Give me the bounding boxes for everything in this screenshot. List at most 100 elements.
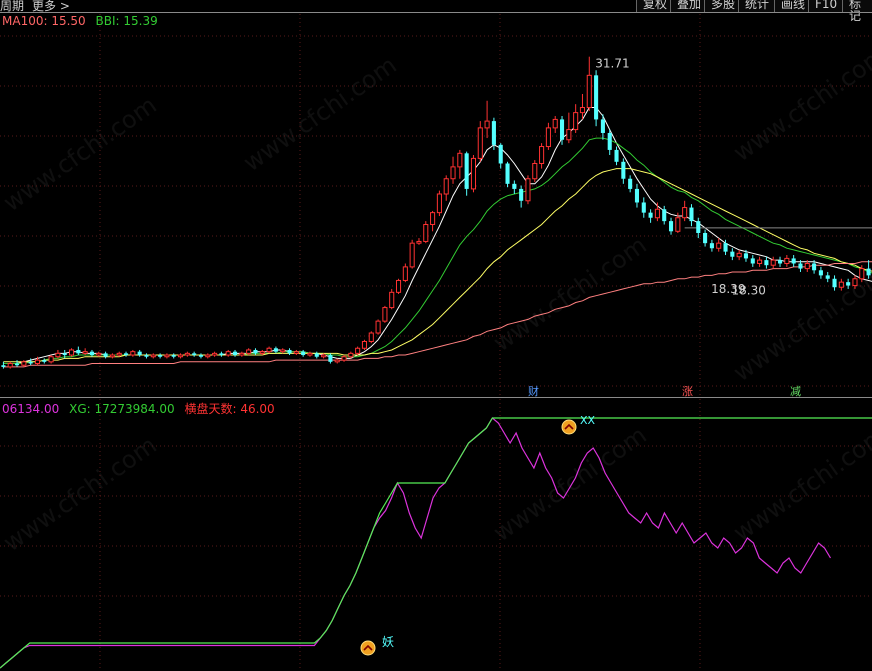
candle-body bbox=[158, 355, 163, 357]
candle-body bbox=[730, 251, 735, 257]
candle-body bbox=[164, 354, 170, 358]
candle-body bbox=[450, 166, 456, 180]
candle-body bbox=[825, 275, 830, 279]
candle-body bbox=[859, 268, 865, 280]
candle-body bbox=[116, 352, 122, 356]
candle-body bbox=[253, 349, 258, 354]
signal-yao: 妖 bbox=[382, 635, 395, 649]
candle-body bbox=[607, 132, 612, 150]
candle-body bbox=[846, 282, 851, 286]
candle-body bbox=[375, 320, 381, 334]
candle-body bbox=[150, 354, 156, 358]
candle-body bbox=[614, 149, 619, 162]
badge-zhang[interactable]: 涨 bbox=[682, 383, 693, 399]
candle-body bbox=[361, 340, 368, 349]
candle-body bbox=[662, 209, 667, 222]
indicator-line-green bbox=[0, 417, 872, 669]
candle-body bbox=[89, 351, 95, 356]
candle-body bbox=[7, 363, 13, 368]
ma-line-white bbox=[3, 107, 872, 364]
candle-body bbox=[368, 332, 374, 342]
candle-body bbox=[852, 278, 858, 287]
candle-body bbox=[109, 354, 115, 358]
candle-body bbox=[696, 221, 701, 233]
price-annotation: 31.71 bbox=[595, 56, 629, 70]
candle-body bbox=[648, 212, 653, 218]
candle-body bbox=[703, 232, 708, 244]
candle-body bbox=[416, 240, 422, 244]
candle-body bbox=[798, 263, 803, 269]
candle-body bbox=[484, 120, 490, 129]
candle-body bbox=[566, 129, 572, 141]
candle-body bbox=[675, 217, 681, 232]
candle-body bbox=[519, 188, 524, 201]
candle-body bbox=[82, 351, 88, 354]
candle-body bbox=[866, 268, 871, 276]
candle-body bbox=[198, 355, 204, 357]
signal-icon bbox=[360, 640, 376, 656]
candle-body bbox=[525, 178, 531, 202]
candle-body bbox=[668, 221, 674, 232]
badge-jian[interactable]: 减 bbox=[790, 383, 801, 399]
candle-body bbox=[409, 242, 415, 268]
candle-body bbox=[287, 349, 292, 354]
candle-body bbox=[389, 291, 395, 309]
candle-body bbox=[266, 347, 272, 353]
candle-body bbox=[491, 121, 496, 145]
signal-xx: XX bbox=[580, 414, 596, 427]
candle-body bbox=[123, 353, 129, 356]
candle-body bbox=[225, 351, 231, 356]
candle-body bbox=[293, 351, 299, 354]
candle-body bbox=[777, 260, 783, 264]
candle-body bbox=[402, 266, 408, 281]
candle-body bbox=[423, 224, 429, 242]
candle-body bbox=[498, 144, 503, 164]
badge-cai[interactable]: 财 bbox=[528, 383, 539, 399]
candle-body bbox=[464, 153, 469, 189]
candle-body bbox=[395, 279, 402, 293]
candle-body bbox=[184, 352, 190, 356]
candle-body bbox=[68, 349, 75, 356]
candle-body bbox=[757, 259, 763, 265]
candle-body bbox=[838, 281, 844, 288]
candle-body bbox=[42, 360, 47, 362]
candle-body bbox=[750, 258, 755, 264]
candle-body bbox=[307, 352, 313, 356]
candle-body bbox=[355, 347, 361, 354]
candle-body bbox=[552, 118, 558, 129]
candle-body bbox=[505, 163, 510, 184]
candle-body bbox=[341, 356, 347, 361]
candle-body bbox=[573, 112, 579, 131]
candle-body bbox=[723, 243, 728, 252]
candle-body bbox=[832, 278, 837, 288]
candle-body bbox=[770, 259, 776, 266]
candle-body bbox=[76, 349, 81, 354]
candle-body bbox=[103, 353, 108, 357]
candle-body bbox=[246, 349, 252, 354]
candle-body bbox=[443, 178, 449, 195]
indicator-value1: 06134.00 bbox=[2, 402, 60, 416]
candle-body bbox=[579, 107, 586, 114]
candle-body bbox=[539, 146, 545, 164]
candle-body bbox=[34, 359, 41, 365]
candle-body bbox=[594, 75, 599, 120]
candle-body bbox=[709, 243, 714, 249]
indicator-legend: 06134.00 XG: 17273984.00 横盘天数: 46.00 bbox=[2, 400, 281, 417]
candle-body bbox=[212, 352, 218, 356]
candle-body bbox=[430, 212, 436, 226]
ma-line-pink bbox=[3, 261, 872, 368]
candle-body bbox=[457, 152, 463, 168]
candle-body bbox=[348, 352, 354, 358]
candle-body bbox=[512, 183, 517, 189]
candle-body bbox=[328, 355, 333, 362]
candle-body bbox=[21, 361, 27, 366]
candle-body bbox=[532, 162, 538, 180]
candle-body bbox=[477, 127, 483, 159]
candlestick-chart[interactable]: 31.7118.3918.30 bbox=[0, 0, 872, 671]
candle-body bbox=[171, 355, 176, 357]
candle-body bbox=[559, 119, 565, 140]
flat-days-value: 横盘天数: 46.00 bbox=[184, 402, 275, 416]
signal-icon bbox=[561, 419, 577, 435]
candle-body bbox=[784, 257, 790, 265]
candle-body bbox=[804, 263, 810, 270]
